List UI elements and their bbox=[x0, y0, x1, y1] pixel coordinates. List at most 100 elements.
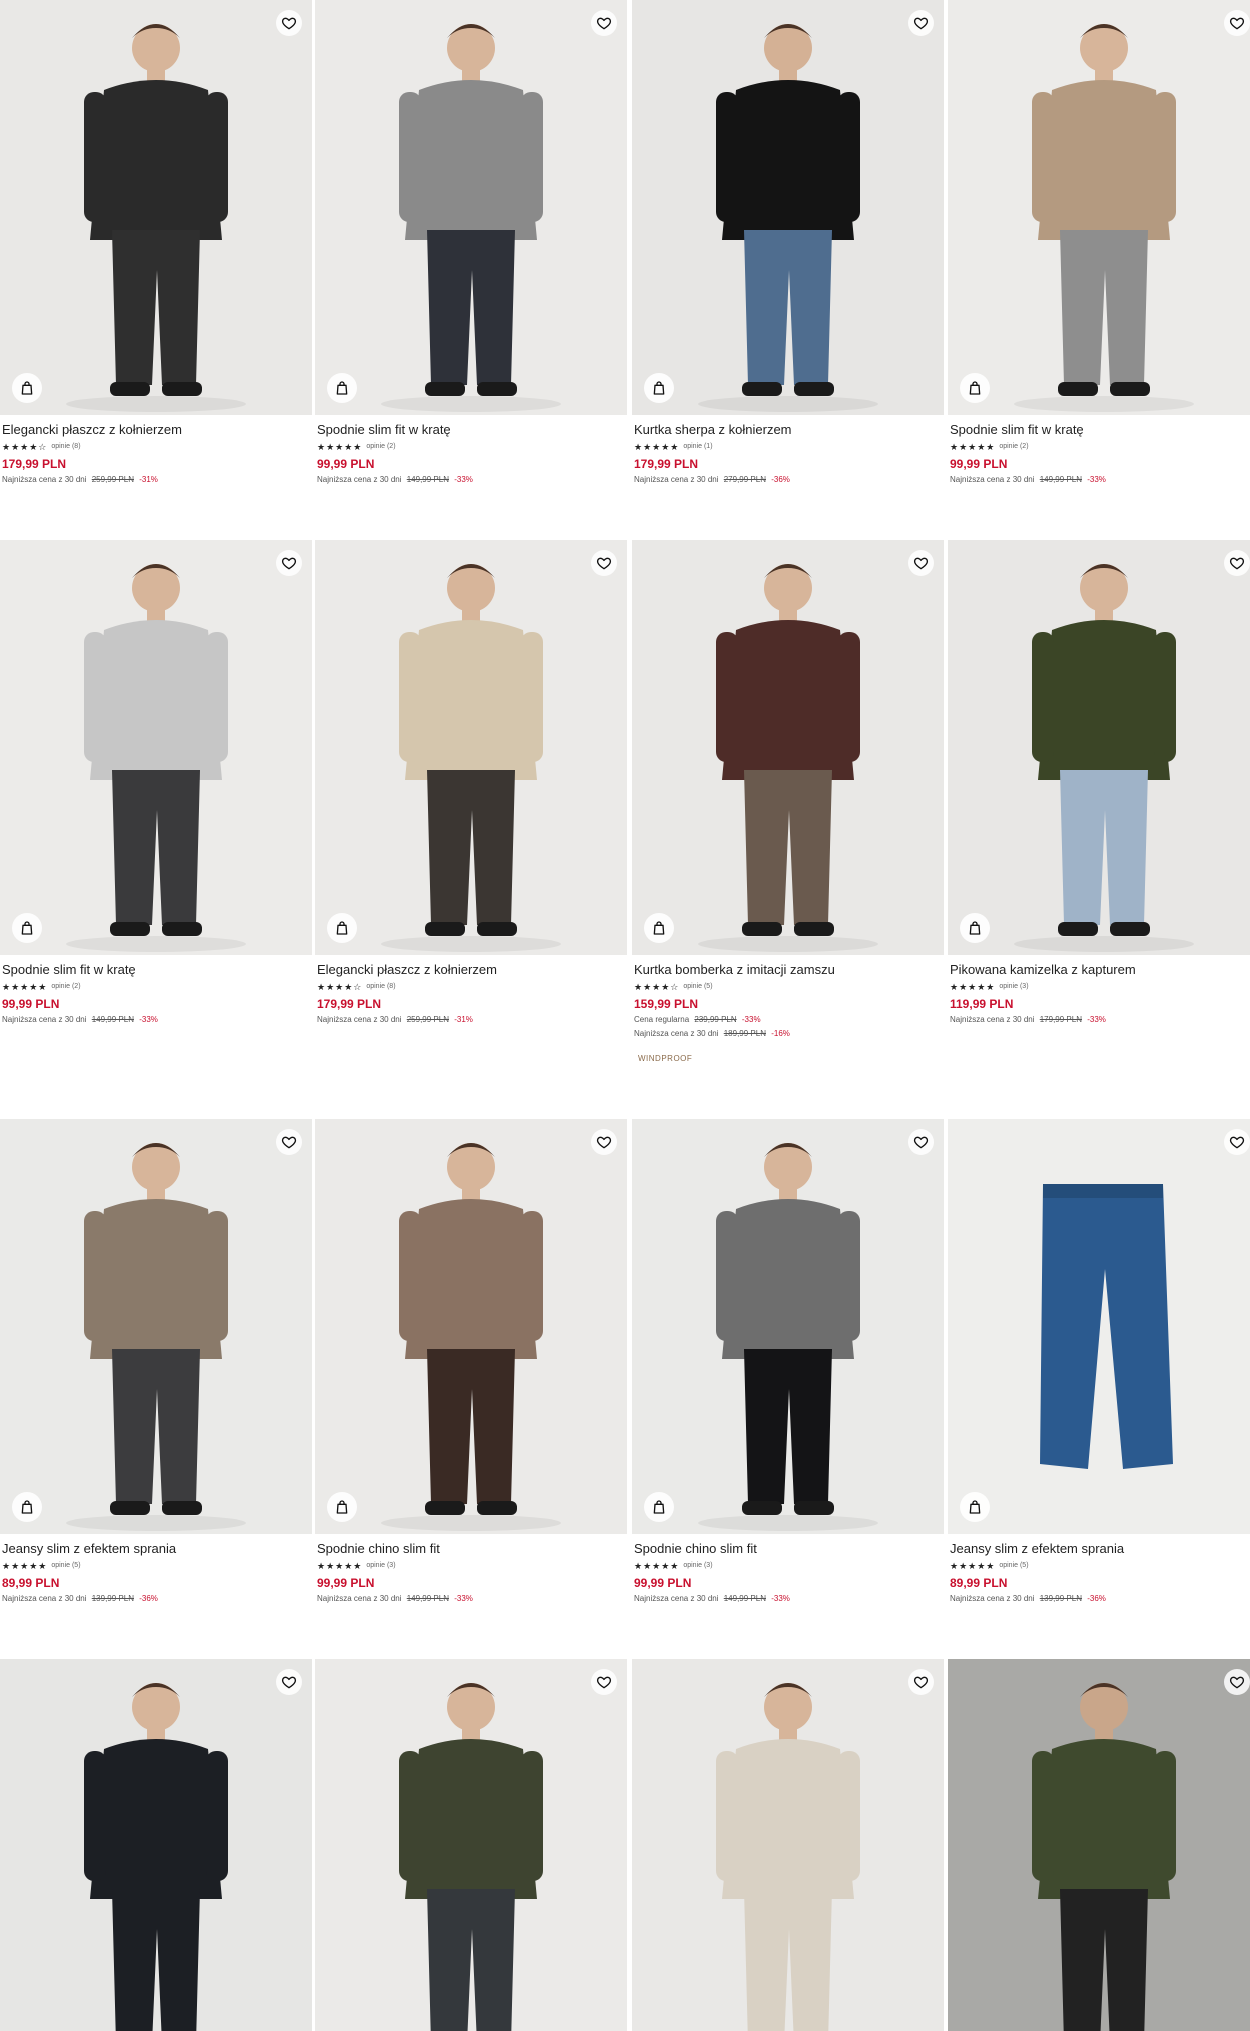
product-image[interactable] bbox=[0, 1659, 312, 2031]
product-image[interactable] bbox=[948, 540, 1250, 955]
product-image[interactable] bbox=[948, 1119, 1250, 1534]
rating: ★★★★★ opinie (2) bbox=[950, 441, 1250, 453]
product-card[interactable]: Elegancki płaszcz z kołnierzem ★★★★☆ opi… bbox=[0, 0, 312, 486]
heart-icon[interactable] bbox=[908, 550, 934, 576]
product-card[interactable] bbox=[0, 1659, 312, 2031]
product-card[interactable]: Spodnie chino slim fit ★★★★★ opinie (3) … bbox=[632, 1119, 944, 1605]
review-count[interactable]: opinie (3) bbox=[999, 981, 1028, 993]
product-image[interactable] bbox=[632, 1659, 944, 2031]
product-card[interactable]: Elegancki płaszcz z kołnierzem ★★★★☆ opi… bbox=[315, 540, 627, 1026]
review-count[interactable]: opinie (5) bbox=[683, 981, 712, 993]
product-name[interactable]: Elegancki płaszcz z kołnierzem bbox=[2, 422, 310, 438]
review-count[interactable]: opinie (1) bbox=[683, 441, 712, 453]
lowest-price-label: Najniższa cena z 30 dni bbox=[2, 475, 87, 484]
heart-icon[interactable] bbox=[276, 550, 302, 576]
shopping-bag-icon[interactable] bbox=[644, 373, 674, 403]
heart-icon[interactable] bbox=[276, 10, 302, 36]
shopping-bag-icon[interactable] bbox=[960, 913, 990, 943]
shopping-bag-icon[interactable] bbox=[644, 913, 674, 943]
lowest-price-line: Najniższa cena z 30 dni 179,99 PLN -33% bbox=[950, 1014, 1250, 1026]
review-count[interactable]: opinie (2) bbox=[999, 441, 1028, 453]
product-photo bbox=[0, 1659, 312, 2031]
product-info: Pikowana kamizelka z kapturem ★★★★★ opin… bbox=[948, 955, 1250, 1026]
heart-icon[interactable] bbox=[591, 10, 617, 36]
shopping-bag-icon[interactable] bbox=[12, 913, 42, 943]
product-name[interactable]: Spodnie slim fit w kratę bbox=[317, 422, 625, 438]
shopping-bag-icon[interactable] bbox=[327, 373, 357, 403]
heart-icon[interactable] bbox=[1224, 1669, 1250, 1695]
product-image[interactable] bbox=[0, 1119, 312, 1534]
shopping-bag-icon[interactable] bbox=[960, 373, 990, 403]
review-count[interactable]: opinie (8) bbox=[366, 981, 395, 993]
heart-icon[interactable] bbox=[276, 1129, 302, 1155]
shopping-bag-icon[interactable] bbox=[327, 1492, 357, 1522]
product-card[interactable]: Spodnie slim fit w kratę ★★★★★ opinie (2… bbox=[315, 0, 627, 486]
shopping-bag-icon[interactable] bbox=[960, 1492, 990, 1522]
product-name[interactable]: Kurtka bomberka z imitacji zamszu bbox=[634, 962, 942, 978]
review-count[interactable]: opinie (5) bbox=[51, 1560, 80, 1572]
price: 179,99 PLN bbox=[634, 457, 699, 471]
price: 89,99 PLN bbox=[950, 1576, 1008, 1590]
product-card[interactable]: Spodnie slim fit w kratę ★★★★★ opinie (2… bbox=[0, 540, 312, 1026]
old-price: 259,99 PLN bbox=[406, 1015, 449, 1024]
heart-icon[interactable] bbox=[276, 1669, 302, 1695]
old-price: 149,99 PLN bbox=[91, 1015, 134, 1024]
product-name[interactable]: Kurtka sherpa z kołnierzem bbox=[634, 422, 942, 438]
product-name[interactable]: Elegancki płaszcz z kołnierzem bbox=[317, 962, 625, 978]
product-card[interactable]: Pikowana kamizelka z kapturem ★★★★★ opin… bbox=[948, 540, 1250, 1026]
product-image[interactable] bbox=[315, 1659, 627, 2031]
product-image[interactable] bbox=[632, 0, 944, 415]
lowest-price-label: Najniższa cena z 30 dni bbox=[2, 1015, 87, 1024]
discount-badge: -33% bbox=[454, 1594, 473, 1603]
product-card[interactable] bbox=[632, 1659, 944, 2031]
product-name[interactable]: Jeansy slim z efektem sprania bbox=[2, 1541, 310, 1557]
heart-icon[interactable] bbox=[1224, 550, 1250, 576]
heart-icon[interactable] bbox=[908, 1129, 934, 1155]
heart-icon[interactable] bbox=[1224, 10, 1250, 36]
product-image[interactable] bbox=[0, 540, 312, 955]
product-card[interactable] bbox=[948, 1659, 1250, 2031]
product-card[interactable]: Spodnie slim fit w kratę ★★★★★ opinie (2… bbox=[948, 0, 1250, 486]
review-count[interactable]: opinie (8) bbox=[51, 441, 80, 453]
product-card[interactable] bbox=[315, 1659, 627, 2031]
shopping-bag-icon[interactable] bbox=[327, 913, 357, 943]
product-name[interactable]: Pikowana kamizelka z kapturem bbox=[950, 962, 1250, 978]
review-count[interactable]: opinie (2) bbox=[366, 441, 395, 453]
product-photo bbox=[948, 1659, 1250, 2031]
review-count[interactable]: opinie (3) bbox=[366, 1560, 395, 1572]
heart-icon[interactable] bbox=[591, 1669, 617, 1695]
product-image[interactable] bbox=[632, 540, 944, 955]
product-image[interactable] bbox=[632, 1119, 944, 1534]
lowest-price-label: Najniższa cena z 30 dni bbox=[2, 1594, 87, 1603]
product-name[interactable]: Jeansy slim z efektem sprania bbox=[950, 1541, 1250, 1557]
review-count[interactable]: opinie (2) bbox=[51, 981, 80, 993]
rating: ★★★★★ opinie (2) bbox=[317, 441, 625, 453]
product-name[interactable]: Spodnie slim fit w kratę bbox=[950, 422, 1250, 438]
review-count[interactable]: opinie (3) bbox=[683, 1560, 712, 1572]
rating: ★★★★★ opinie (1) bbox=[634, 441, 942, 453]
heart-icon[interactable] bbox=[591, 1129, 617, 1155]
heart-icon[interactable] bbox=[908, 10, 934, 36]
heart-icon[interactable] bbox=[591, 550, 617, 576]
shopping-bag-icon[interactable] bbox=[12, 1492, 42, 1522]
product-image[interactable] bbox=[315, 1119, 627, 1534]
product-name[interactable]: Spodnie chino slim fit bbox=[317, 1541, 625, 1557]
product-card[interactable]: Kurtka bomberka z imitacji zamszu ★★★★☆ … bbox=[632, 540, 944, 1063]
heart-icon[interactable] bbox=[1224, 1129, 1250, 1155]
product-image[interactable] bbox=[948, 1659, 1250, 2031]
product-image[interactable] bbox=[0, 0, 312, 415]
product-card[interactable]: Jeansy slim z efektem sprania ★★★★★ opin… bbox=[0, 1119, 312, 1605]
heart-icon[interactable] bbox=[908, 1669, 934, 1695]
product-card[interactable]: Spodnie chino slim fit ★★★★★ opinie (3) … bbox=[315, 1119, 627, 1605]
product-card[interactable]: Jeansy slim z efektem sprania ★★★★★ opin… bbox=[948, 1119, 1250, 1605]
review-count[interactable]: opinie (5) bbox=[999, 1560, 1028, 1572]
shopping-bag-icon[interactable] bbox=[12, 373, 42, 403]
product-image[interactable] bbox=[315, 0, 627, 415]
product-image[interactable] bbox=[315, 540, 627, 955]
shopping-bag-icon[interactable] bbox=[644, 1492, 674, 1522]
product-name[interactable]: Spodnie slim fit w kratę bbox=[2, 962, 310, 978]
product-name[interactable]: Spodnie chino slim fit bbox=[634, 1541, 942, 1557]
product-card[interactable]: Kurtka sherpa z kołnierzem ★★★★★ opinie … bbox=[632, 0, 944, 486]
lowest-price-line: Najniższa cena z 30 dni 139,99 PLN -36% bbox=[950, 1593, 1250, 1605]
product-image[interactable] bbox=[948, 0, 1250, 415]
